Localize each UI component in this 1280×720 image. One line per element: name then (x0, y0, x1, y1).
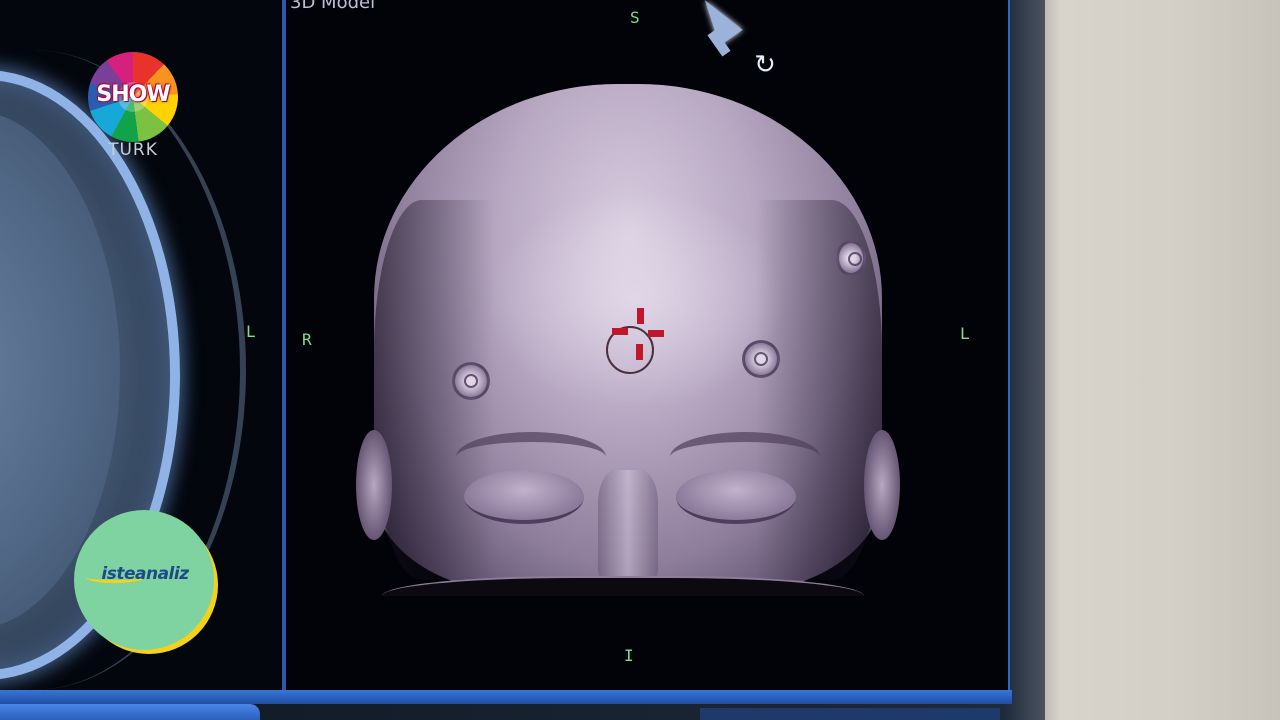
viewer-bottom-strip (700, 708, 1000, 720)
wall-background (1030, 0, 1280, 720)
viewer-bottom-toolbar[interactable] (0, 690, 1012, 704)
logo-subtitle: TURK (108, 140, 158, 160)
program-badge-text: isteanaliz (82, 564, 208, 584)
badge-text-part1: iste (101, 564, 135, 584)
logo-word: SHOW (96, 82, 170, 107)
show-turk-logo: SHOW TURK (88, 52, 180, 162)
viewer-bottom-tab[interactable] (0, 704, 260, 720)
badge-text-part2: analiz (135, 564, 189, 584)
